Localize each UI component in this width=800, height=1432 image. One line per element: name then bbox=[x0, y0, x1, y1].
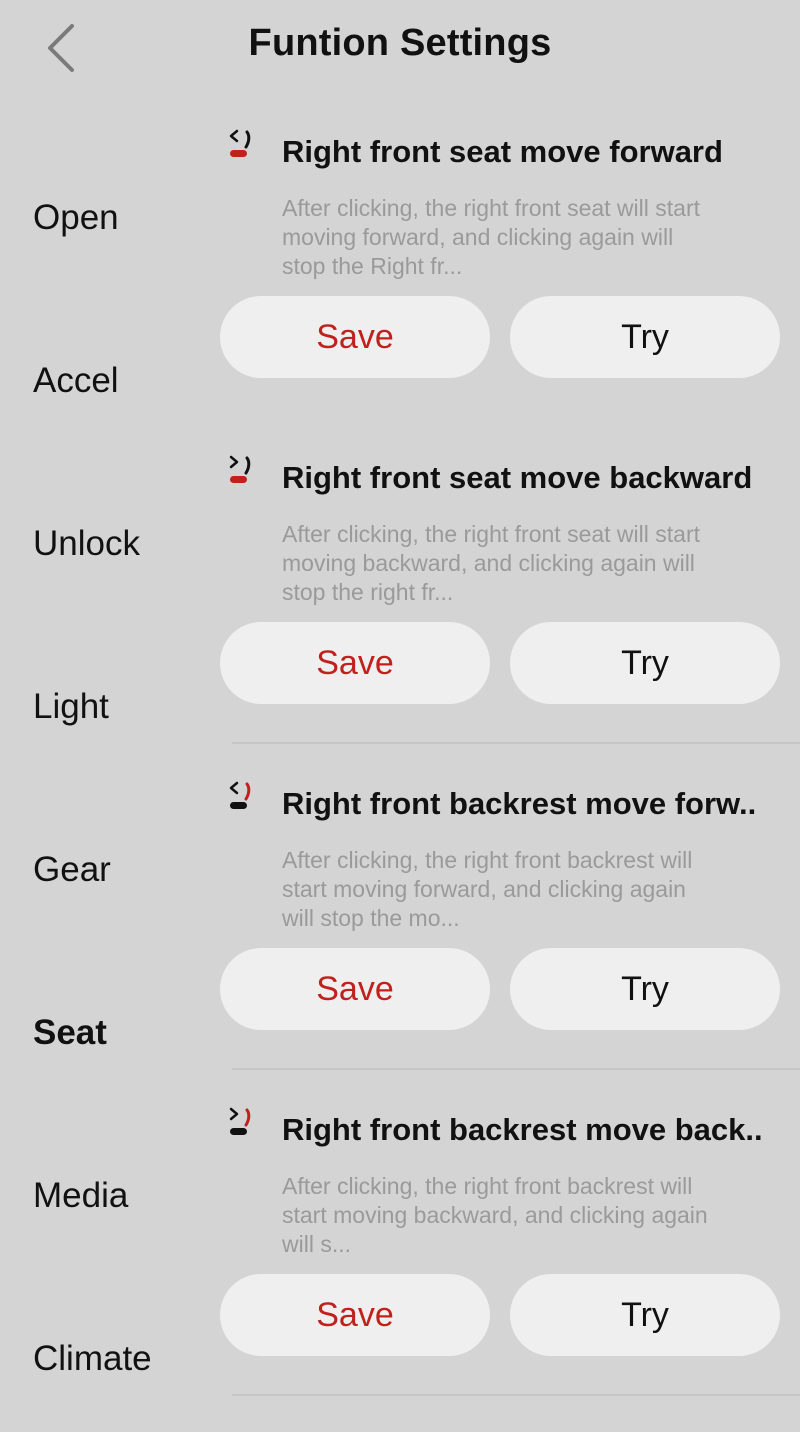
function-card: Right front seat move backward After cli… bbox=[220, 454, 800, 780]
sidebar-item-accel[interactable]: Accel bbox=[33, 361, 119, 401]
seat-backward-icon bbox=[229, 455, 251, 483]
try-button[interactable]: Try bbox=[510, 622, 780, 704]
function-description: After clicking, the right front seat wil… bbox=[282, 195, 700, 279]
backrest-forward-icon bbox=[229, 781, 251, 809]
save-button[interactable]: Save bbox=[220, 948, 490, 1030]
sidebar-item-seat[interactable]: Seat bbox=[33, 1013, 107, 1053]
function-card: Right front backrest move forw.. After c… bbox=[220, 780, 800, 1106]
category-sidebar: Open Accel Unlock Light Gear Seat Media … bbox=[0, 0, 210, 1409]
function-title: Right front seat move backward bbox=[282, 460, 753, 495]
function-card: Right front backrest move back.. After c… bbox=[220, 1106, 800, 1432]
divider bbox=[232, 742, 800, 744]
sidebar-item-open[interactable]: Open bbox=[33, 198, 119, 238]
function-description: After clicking, the right front backrest… bbox=[282, 1173, 708, 1257]
try-button[interactable]: Try bbox=[510, 948, 780, 1030]
function-title: Right front seat move forward bbox=[282, 134, 723, 169]
save-button[interactable]: Save bbox=[220, 622, 490, 704]
sidebar-item-unlock[interactable]: Unlock bbox=[33, 524, 140, 564]
sidebar-item-media[interactable]: Media bbox=[33, 1176, 128, 1216]
function-description: After clicking, the right front backrest… bbox=[282, 847, 693, 931]
seat-forward-icon bbox=[229, 129, 251, 157]
divider bbox=[232, 1068, 800, 1070]
function-description: After clicking, the right front seat wil… bbox=[282, 521, 700, 605]
sidebar-item-climate[interactable]: Climate bbox=[33, 1339, 152, 1379]
sidebar-item-gear[interactable]: Gear bbox=[33, 850, 111, 890]
try-button[interactable]: Try bbox=[510, 1274, 780, 1356]
backrest-backward-icon bbox=[229, 1107, 251, 1135]
divider bbox=[232, 1394, 800, 1396]
save-button[interactable]: Save bbox=[220, 296, 490, 378]
function-title: Right front backrest move back.. bbox=[282, 1112, 763, 1147]
save-button[interactable]: Save bbox=[220, 1274, 490, 1356]
function-card: Right front seat move forward After clic… bbox=[220, 128, 800, 454]
sidebar-item-light[interactable]: Light bbox=[33, 687, 109, 727]
function-title: Right front backrest move forw.. bbox=[282, 786, 757, 821]
function-list: Right front seat move forward After clic… bbox=[220, 0, 800, 1409]
try-button[interactable]: Try bbox=[510, 296, 780, 378]
